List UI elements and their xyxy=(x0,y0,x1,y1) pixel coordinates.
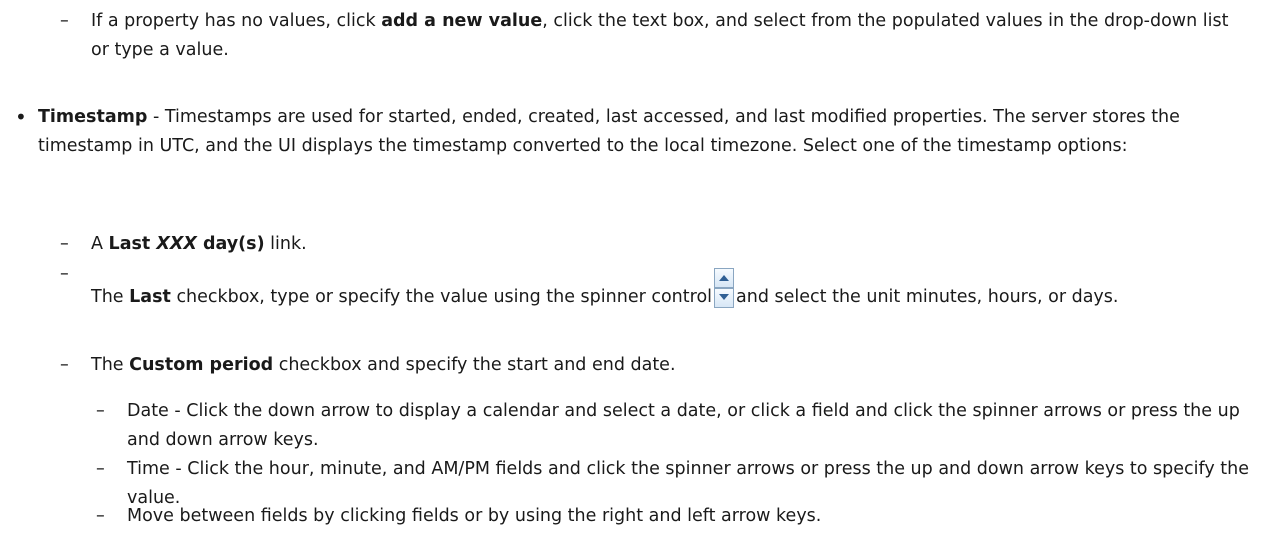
list-item-property-no-values: – If a property has no values, click add… xyxy=(60,7,1250,65)
dash-marker: – xyxy=(96,506,105,526)
last-checkbox-label: Last xyxy=(129,287,171,307)
timestamp-description: - Timestamps are used for started, ended… xyxy=(38,107,1180,156)
spinner-icon xyxy=(714,268,735,308)
dash-marker: – xyxy=(60,264,69,284)
list-item-last-checkbox: – The Last checkbox, type or specify the… xyxy=(60,260,1250,312)
dash-marker: – xyxy=(60,355,69,375)
item-text-prefix: The xyxy=(91,355,130,375)
dash-marker: – xyxy=(60,11,69,31)
list-item-move-between-fields: – Move between fields by clicking fields… xyxy=(96,502,1256,531)
list-item-custom-period: – The Custom period checkbox and specify… xyxy=(60,351,1250,380)
xxx-placeholder: XXX xyxy=(156,234,197,254)
item-text-prefix: A xyxy=(91,234,109,254)
list-item-date: – Date - Click the down arrow to display… xyxy=(96,397,1256,455)
document-page: – If a property has no values, click add… xyxy=(0,0,1264,533)
date-description: Date - Click the down arrow to display a… xyxy=(127,401,1240,450)
item-text-middle: checkbox, type or specify the value usin… xyxy=(170,287,713,307)
dash-marker: – xyxy=(60,234,69,254)
item-text-suffix: and select the unit minutes, hours, or d… xyxy=(736,287,1119,307)
list-item-timestamp: • Timestamp - Timestamps are used for st… xyxy=(15,103,1250,161)
item-text-prefix: If a property has no values, click xyxy=(91,11,382,31)
add-new-value-label: add a new value xyxy=(381,11,543,31)
timestamp-term: Timestamp xyxy=(38,107,148,127)
last-label: Last xyxy=(108,234,157,254)
item-text-suffix: checkbox and specify the start and end d… xyxy=(273,355,676,375)
item-text-prefix: The xyxy=(91,287,130,307)
days-label: day(s) xyxy=(196,234,265,254)
custom-period-label: Custom period xyxy=(129,355,274,375)
dash-marker: – xyxy=(96,401,105,421)
list-item-last-xxx-days: – A Last XXX day(s) link. xyxy=(60,230,1250,259)
move-description: Move between fields by clicking fields o… xyxy=(127,506,822,526)
item-text-suffix: link. xyxy=(264,234,307,254)
dash-marker: – xyxy=(96,459,105,479)
bullet-marker: • xyxy=(15,105,27,129)
